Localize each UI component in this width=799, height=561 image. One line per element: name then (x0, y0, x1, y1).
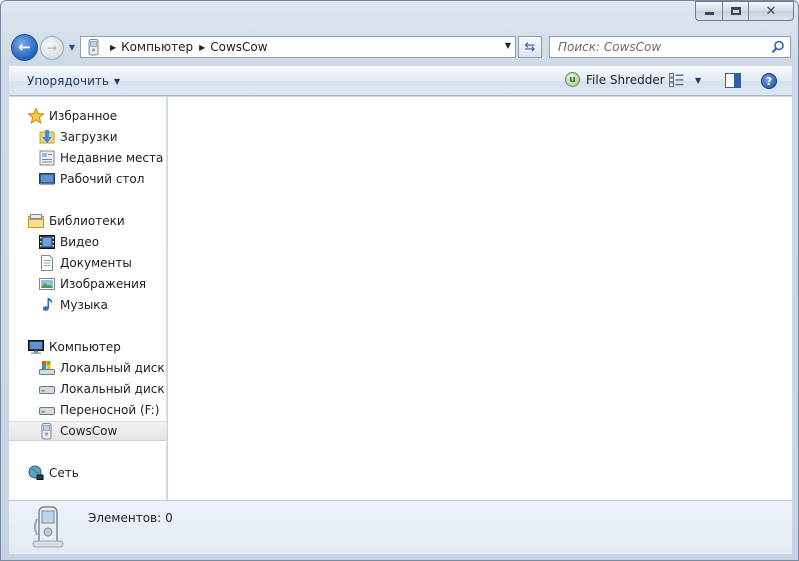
navigation-pane: Избранное Загрузки Недавние места Рабочи… (9, 97, 167, 500)
sidebar-item-label: Недавние места (60, 151, 164, 165)
sidebar-group-label: Избранное (49, 109, 118, 123)
sidebar-item-music[interactable]: Музыка (9, 295, 166, 315)
sidebar-group-network[interactable]: Сеть (9, 463, 166, 483)
network-icon (28, 465, 44, 481)
documents-icon (39, 255, 55, 271)
sidebar-group-favorites[interactable]: Избранное (9, 106, 166, 126)
breadcrumb-cowscow[interactable]: CowsCow (210, 40, 267, 54)
sidebar-item-drive-c[interactable]: Локальный диск (C (9, 358, 166, 378)
sidebar-group-label: Библиотеки (49, 214, 125, 228)
back-arrow-icon: ← (18, 37, 31, 56)
sidebar-item-recent-places[interactable]: Недавние места (9, 148, 166, 168)
forward-arrow-icon: → (46, 41, 58, 55)
minimize-icon (704, 12, 714, 15)
forward-button[interactable]: → (40, 36, 64, 60)
item-count-value: 0 (165, 511, 173, 525)
command-bar: Упорядочить ▼ u File Shredder ▼ ? (9, 66, 792, 96)
refresh-button[interactable]: ⇆ (518, 36, 542, 58)
preview-pane-button[interactable] (725, 73, 741, 88)
item-count: Элементов: 0 (88, 511, 173, 525)
sidebar-item-pictures[interactable]: Изображения (9, 274, 166, 294)
libraries-icon (28, 213, 44, 229)
close-button[interactable]: ✕ (748, 1, 794, 21)
search-input[interactable] (558, 40, 758, 54)
removable-drive-icon (39, 402, 55, 418)
portable-device-icon (31, 505, 65, 552)
file-shredder-button[interactable]: u File Shredder (565, 72, 665, 87)
sidebar-group-libraries[interactable]: Библиотеки (9, 211, 166, 231)
sidebar-item-drive-d[interactable]: Локальный диск (D (9, 379, 166, 399)
sidebar-group-label: Сеть (49, 466, 79, 480)
chevron-down-icon: ▼ (113, 76, 121, 86)
sidebar-item-drive-f[interactable]: Переносной (F:) (9, 400, 166, 420)
search-box[interactable] (549, 36, 791, 58)
star-icon (28, 108, 44, 124)
caption-buttons: ✕ (695, 1, 794, 21)
music-icon (39, 297, 55, 313)
sidebar-item-label: Документы (60, 256, 132, 270)
sidebar-item-label: CowsCow (60, 424, 118, 438)
file-shredder-icon: u (565, 72, 580, 87)
refresh-icon: ⇆ (524, 39, 536, 55)
explorer-window: ✕ ← → ▼ ▶ Компьютер ▶ CowsCow ▼ ⇆ Поиск:… (0, 0, 799, 561)
maximize-icon (730, 7, 741, 15)
details-pane: Элементов: 0 (9, 500, 792, 554)
file-list-area[interactable] (168, 97, 792, 500)
breadcrumb-computer[interactable]: Компьютер (121, 40, 193, 54)
breadcrumb-separator-icon[interactable]: ▶ (199, 43, 205, 52)
file-shredder-label: File Shredder (586, 72, 665, 87)
sidebar-item-label: Музыка (60, 298, 108, 312)
sidebar-item-video[interactable]: Видео (9, 232, 166, 252)
sidebar-item-label: Изображения (60, 277, 147, 291)
sidebar-item-cowscow[interactable]: CowsCow (9, 421, 166, 441)
sidebar-group-computer[interactable]: Компьютер (9, 337, 166, 357)
sidebar-group-label: Компьютер (49, 340, 121, 354)
help-button[interactable]: ? (761, 73, 777, 89)
address-history-chevron-icon[interactable]: ▼ (505, 41, 511, 50)
sidebar-item-label: Видео (60, 235, 100, 249)
recent-pages-dropdown[interactable]: ▼ (67, 42, 77, 52)
portable-device-icon (84, 37, 104, 57)
chevron-down-icon: ▼ (68, 42, 76, 52)
sidebar-item-label: Рабочий стол (60, 172, 145, 186)
organize-button[interactable]: Упорядочить ▼ (27, 74, 120, 88)
organize-label: Упорядочить (27, 74, 109, 88)
system-drive-icon (39, 360, 55, 376)
sidebar-item-documents[interactable]: Документы (9, 253, 166, 273)
minimize-button[interactable] (695, 1, 722, 21)
breadcrumb-separator-icon[interactable]: ▶ (110, 43, 116, 52)
search-icon[interactable] (771, 40, 785, 57)
address-bar[interactable]: ▶ Компьютер ▶ CowsCow ▼ (80, 36, 516, 58)
help-icon: ? (765, 74, 773, 88)
sidebar-item-desktop[interactable]: Рабочий стол (9, 169, 166, 189)
portable-device-icon (39, 422, 55, 439)
desktop-icon (39, 171, 55, 187)
change-view-button[interactable]: ▼ (669, 73, 701, 87)
chevron-down-icon[interactable]: ▼ (695, 76, 701, 85)
sidebar-item-label: Загрузки (60, 130, 118, 144)
sidebar-item-downloads[interactable]: Загрузки (9, 127, 166, 147)
pictures-icon (39, 276, 55, 292)
computer-icon (28, 339, 44, 355)
recent-places-icon (39, 150, 55, 166)
close-icon: ✕ (765, 3, 777, 19)
hard-drive-icon (39, 381, 55, 397)
sidebar-item-label: Локальный диск (D (60, 382, 166, 396)
video-icon (39, 234, 55, 250)
maximize-button[interactable] (722, 1, 748, 21)
back-button[interactable]: ← (11, 34, 38, 61)
sidebar-item-label: Переносной (F:) (60, 403, 160, 417)
sidebar-item-label: Локальный диск (C (60, 361, 166, 375)
item-count-label: Элементов: (88, 511, 162, 525)
views-icon (669, 73, 684, 87)
downloads-folder-icon (39, 129, 55, 145)
